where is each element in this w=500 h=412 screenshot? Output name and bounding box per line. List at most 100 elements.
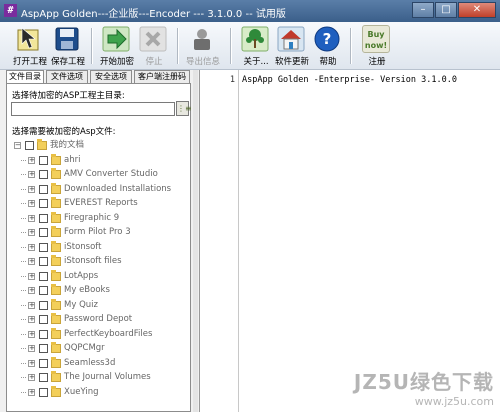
folder-icon — [51, 255, 61, 266]
expand-icon[interactable]: + — [28, 330, 35, 338]
tree-item-row[interactable]: + My eBooks — [11, 284, 189, 299]
app-icon: # — [4, 4, 17, 17]
tree-root-checkbox[interactable] — [25, 141, 34, 150]
files-label: 选择需要被加密的Asp文件: — [12, 127, 116, 137]
tree-item-checkbox[interactable] — [39, 329, 48, 339]
tree-item-row[interactable]: + PerfectKeyboardFiles — [11, 327, 189, 343]
expand-icon[interactable]: + — [28, 359, 35, 367]
tree-root-row[interactable]: − 我的文档 — [11, 139, 189, 154]
tree-item-checkbox[interactable] — [39, 315, 48, 324]
tree-item-row[interactable]: + iStonsoft — [11, 240, 189, 256]
expand-icon[interactable]: + — [28, 214, 35, 222]
expand-icon[interactable]: + — [28, 272, 35, 280]
save-project-button[interactable]: 保存工程 — [46, 24, 90, 68]
tree-item-label: My Quiz — [64, 299, 98, 310]
tab-file-options[interactable]: 文件选项 — [46, 70, 88, 83]
tree-item-checkbox[interactable] — [39, 170, 48, 179]
expand-icon[interactable]: + — [28, 301, 35, 309]
tree-item-checkbox[interactable] — [39, 344, 48, 353]
buy-now-line2: now! — [364, 41, 388, 50]
tab-security-options[interactable]: 安全选项 — [90, 70, 132, 83]
expand-icon[interactable]: + — [28, 185, 35, 193]
tree-item-checkbox[interactable] — [39, 271, 48, 281]
expand-icon[interactable]: + — [28, 171, 35, 178]
tree-item-row[interactable]: + AMV Converter Studio — [11, 168, 189, 183]
tree-item-checkbox[interactable] — [39, 286, 48, 295]
tree-item-row[interactable]: + Downloaded Installations — [11, 182, 189, 198]
folder-icon — [51, 226, 61, 237]
tree-item-checkbox[interactable] — [39, 387, 48, 397]
expand-icon[interactable]: + — [28, 156, 35, 164]
tree-item-row[interactable]: + My Quiz — [11, 298, 189, 314]
tree-item-checkbox[interactable] — [39, 257, 48, 266]
tree-item-label: Seamless3d — [64, 357, 116, 368]
tab-file-directory[interactable]: 文件目录 — [6, 70, 44, 84]
tree-connector — [21, 304, 26, 307]
line-number-gutter: 1 — [200, 70, 239, 412]
tree-item-row[interactable]: + XueYing — [11, 385, 189, 401]
tree-item-checkbox[interactable] — [39, 228, 48, 237]
tree-item-row[interactable]: + Form Pilot Pro 3 — [11, 226, 189, 241]
expand-icon[interactable]: + — [28, 345, 35, 352]
tree-item-row[interactable]: + Seamless3d — [11, 356, 189, 372]
export-info-button[interactable]: 导出信息 — [181, 24, 225, 68]
tree-item-row[interactable]: + iStonsoft files — [11, 255, 189, 270]
browse-folder-button[interactable]: ⋮≡ — [176, 101, 192, 116]
tree-item-row[interactable]: + Password Depot — [11, 313, 189, 328]
tree-connector — [21, 333, 26, 336]
tree-item-row[interactable]: + The Journal Volumes — [11, 371, 189, 386]
tree-connector — [21, 362, 26, 365]
tree-item-label: QQPCMgr — [64, 343, 105, 353]
toolbar: 打开工程 保存工程 开始加密 停止 导出信息 关于... 软件更新 ? 帮助 B… — [0, 22, 500, 70]
export-icon — [194, 29, 210, 50]
project-dir-label: 选择待加密的ASP工程主目录: — [12, 91, 125, 101]
close-button[interactable]: ✕ — [458, 2, 496, 18]
expand-icon[interactable]: + — [28, 243, 35, 251]
tree-item-row[interactable]: + Firegraphic 9 — [11, 211, 189, 227]
tree-item-label: AMV Converter Studio — [64, 169, 158, 179]
left-panel: 选择待加密的ASP工程主目录: ⋮≡ 选择需要被加密的Asp文件: − 我的文档… — [6, 83, 192, 412]
arrow-right-icon — [102, 26, 130, 52]
expand-icon[interactable]: + — [28, 388, 35, 396]
tree-item-checkbox[interactable] — [39, 242, 48, 252]
expand-icon[interactable]: + — [28, 200, 35, 207]
folder-icon — [51, 284, 61, 295]
tree-item-checkbox[interactable] — [39, 213, 48, 223]
tree-item-checkbox[interactable] — [39, 373, 48, 382]
project-dir-input[interactable] — [11, 102, 175, 116]
tree-item-checkbox[interactable] — [39, 199, 48, 208]
tab-client-registration[interactable]: 客户端注册码 — [134, 70, 190, 83]
watermark-text: JZ5U绿色下载 — [353, 370, 494, 394]
folder-icon — [51, 240, 61, 252]
collapse-icon[interactable]: − — [14, 142, 21, 149]
export-info-label: 导出信息 — [185, 57, 220, 67]
expand-icon[interactable]: + — [28, 258, 35, 265]
expand-icon[interactable]: + — [28, 374, 35, 381]
stop-button[interactable]: 停止 — [132, 24, 176, 68]
tree-connector — [21, 217, 26, 220]
expand-icon[interactable]: + — [28, 316, 35, 323]
tree-item-row[interactable]: + ahri — [11, 153, 189, 169]
tree-connector — [21, 203, 26, 205]
tree-item-checkbox[interactable] — [39, 358, 48, 368]
minimize-button[interactable]: – — [412, 2, 434, 18]
tree-connector — [21, 377, 26, 379]
maximize-button[interactable]: □ — [435, 2, 457, 18]
tree-item-row[interactable]: + QQPCMgr — [11, 342, 189, 357]
register-button[interactable]: Buy now! 注册 — [355, 24, 399, 68]
tree-item-checkbox[interactable] — [39, 300, 48, 310]
stop-x-icon — [139, 26, 167, 52]
tree-item-label: Form Pilot Pro 3 — [64, 227, 131, 237]
tree-item-row[interactable]: + LotApps — [11, 269, 189, 285]
code-editor[interactable]: 1 AspApp Golden -Enterprise- Version 3.1… — [199, 70, 500, 412]
tree-item-row[interactable]: + EVEREST Reports — [11, 197, 189, 212]
help-question-icon: ? — [314, 26, 340, 52]
folder-icon — [51, 211, 61, 223]
expand-icon[interactable]: + — [28, 287, 35, 294]
tree-item-label: iStonsoft files — [64, 256, 122, 266]
panel-splitter[interactable] — [193, 70, 198, 412]
expand-icon[interactable]: + — [28, 229, 35, 236]
help-button[interactable]: ? 帮助 — [306, 24, 350, 68]
tree-item-checkbox[interactable] — [39, 184, 48, 194]
tree-item-checkbox[interactable] — [39, 155, 48, 165]
